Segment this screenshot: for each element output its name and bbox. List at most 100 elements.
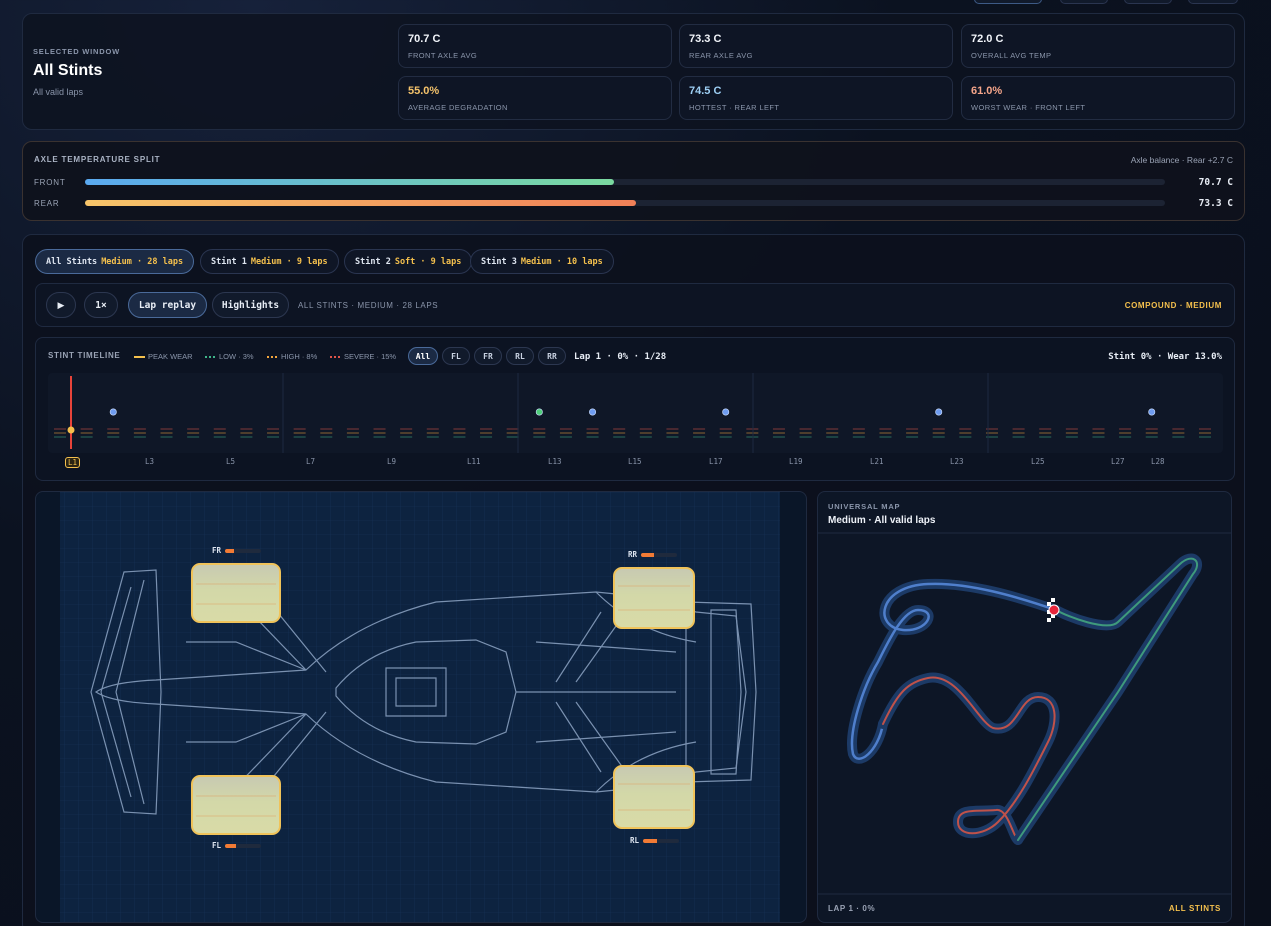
timeline-lap-marks <box>346 428 359 438</box>
track-sector-1 <box>847 578 1061 764</box>
timeline-lap-marks <box>133 428 146 438</box>
timeline-lap-marks <box>826 428 839 438</box>
selected-window-subtitle: All valid laps <box>33 87 84 97</box>
timeline-lap-marks <box>80 428 93 438</box>
tire-filter-rr[interactable]: RR <box>538 347 566 365</box>
tire-filter-all[interactable]: All <box>408 347 438 365</box>
legend-peak-wear: PEAK WEAR <box>134 352 193 361</box>
tire-wear-fill <box>225 843 236 848</box>
tab-label: Stint 3 <box>481 256 517 267</box>
legend-high: HIGH · 8% <box>267 352 317 361</box>
stat-card: 70.7 C FRONT AXLE AVG <box>398 24 672 68</box>
axle-temperature-split: AXLE TEMPERATURE SPLIT Axle balance · Re… <box>22 141 1245 221</box>
rear-axle-track <box>85 200 1165 206</box>
timeline-lap-label: L27 <box>1111 457 1125 466</box>
tab-stint-1[interactable]: Stint 1 Medium · 9 laps <box>200 249 339 274</box>
timeline-lap-marks <box>852 428 865 438</box>
legend-label: HIGH · 8% <box>281 352 318 361</box>
stat-label: OVERALL AVG TEMP <box>971 51 1052 60</box>
timeline-cursor-dot <box>67 426 75 434</box>
timeline-lap-marks <box>879 428 892 438</box>
timeline-lap-marks <box>480 428 493 438</box>
tire-filter-fr[interactable]: FR <box>474 347 502 365</box>
legend-label: PEAK WEAR <box>148 352 193 361</box>
stat-label: FRONT AXLE AVG <box>408 51 478 60</box>
top-tab[interactable] <box>1060 0 1108 4</box>
timeline-lap-label: L25 <box>1031 457 1045 466</box>
timeline-lap-label: L1 <box>65 457 81 468</box>
timeline-event-marker <box>1148 408 1156 416</box>
tire-tag-fr: FR <box>212 546 262 555</box>
tab-stint-3[interactable]: Stint 3 Medium · 10 laps <box>470 249 614 274</box>
tire-wear-bar <box>225 548 262 553</box>
highlights-button[interactable]: Highlights <box>212 292 289 318</box>
tire-filter-rl[interactable]: RL <box>506 347 534 365</box>
speed-button[interactable]: 1× <box>84 292 118 318</box>
timeline-lap-axis: L1 L3 L5 L7 L9 L11 L13 L15 L17 L19 L21 L23 L25 L27 L28 <box>48 454 1223 476</box>
timeline-lap-marks <box>160 428 173 438</box>
timeline-lap-marks <box>107 428 120 438</box>
timeline-lap-marks <box>1039 428 1052 438</box>
timeline-lap-label: L5 <box>226 457 236 466</box>
tire-tag-rl: RL <box>630 836 680 845</box>
tab-stint-2[interactable]: Stint 2 Soft · 9 laps <box>344 249 473 274</box>
track-map[interactable] <box>818 492 1232 923</box>
timeline-lap-label: L19 <box>789 457 803 466</box>
timeline-lap-marks <box>772 428 785 438</box>
legend-label: LOW · 3% <box>219 352 254 361</box>
front-axle-track <box>85 179 1165 185</box>
timeline-lap-marks <box>613 428 626 438</box>
car-blueprint <box>60 492 780 922</box>
replay-controls: ▶ 1× Lap replay Highlights ALL STINTS · … <box>35 283 1235 327</box>
timeline-lap-marks <box>240 428 253 438</box>
timeline-lap-label: L17 <box>709 457 723 466</box>
timeline-lap-marks <box>693 428 706 438</box>
tab-label: Stint 2 <box>355 256 391 267</box>
stat-card: 72.0 C OVERALL AVG TEMP <box>961 24 1235 68</box>
stat-label: REAR AXLE AVG <box>689 51 753 60</box>
timeline-lap-marks <box>293 428 306 438</box>
front-axle-value: 70.7 C <box>1198 177 1233 188</box>
timeline-event-marker <box>935 408 943 416</box>
top-tab-active[interactable] <box>974 0 1042 4</box>
timeline-lap-label: L9 <box>387 457 397 466</box>
timeline-event-marker <box>535 408 543 416</box>
selected-window-title: All Stints <box>33 62 103 79</box>
legend-low: LOW · 3% <box>205 352 254 361</box>
selected-window-label: SELECTED WINDOW <box>33 47 120 56</box>
stat-label: AVERAGE DEGRADATION <box>408 103 508 112</box>
timeline-event-marker <box>722 408 730 416</box>
stat-value: 70.7 C <box>408 33 441 45</box>
lap-replay-button[interactable]: Lap replay <box>128 292 207 318</box>
play-icon: ▶ <box>57 299 65 310</box>
timeline-lap-marks <box>453 428 466 438</box>
timeline-lap-marks <box>746 428 759 438</box>
timeline-lap-marks <box>586 428 599 438</box>
timeline-lap-marks <box>533 428 546 438</box>
axle-balance: Axle balance · Rear +2.7 C <box>1130 155 1233 165</box>
stat-value: 72.0 C <box>971 33 1004 45</box>
tab-all-stints[interactable]: All Stints Medium · 28 laps <box>35 249 195 274</box>
lap-status: Lap 1 · 0% · 1/28 <box>574 352 667 362</box>
tab-detail: Medium · 28 laps <box>101 256 184 267</box>
tire-filter-fl[interactable]: FL <box>442 347 470 365</box>
timeline-chart[interactable] <box>48 373 1223 453</box>
timeline-lap-label: L21 <box>870 457 884 466</box>
timeline-lap-marks <box>1145 428 1158 438</box>
timeline-lap-marks <box>906 428 919 438</box>
top-tab[interactable] <box>1188 0 1238 4</box>
timeline-lap-label: L11 <box>467 457 481 466</box>
timeline-lap-marks <box>1065 428 1078 438</box>
rear-axle-value: 73.3 C <box>1198 198 1233 209</box>
tire-wear-bar <box>643 838 680 843</box>
legend-swatch <box>134 355 145 358</box>
timeline-lap-label: L13 <box>548 457 562 466</box>
play-button[interactable]: ▶ <box>46 292 76 318</box>
replay-info: ALL STINTS · MEDIUM · 28 LAPS <box>298 301 439 310</box>
timeline-lap-marks <box>932 428 945 438</box>
stat-label: HOTTEST · REAR LEFT <box>689 103 780 112</box>
timeline-lap-marks <box>320 428 333 438</box>
timeline-lap-marks <box>267 428 280 438</box>
top-tab[interactable] <box>1124 0 1172 4</box>
tab-label: Stint 1 <box>211 256 247 267</box>
